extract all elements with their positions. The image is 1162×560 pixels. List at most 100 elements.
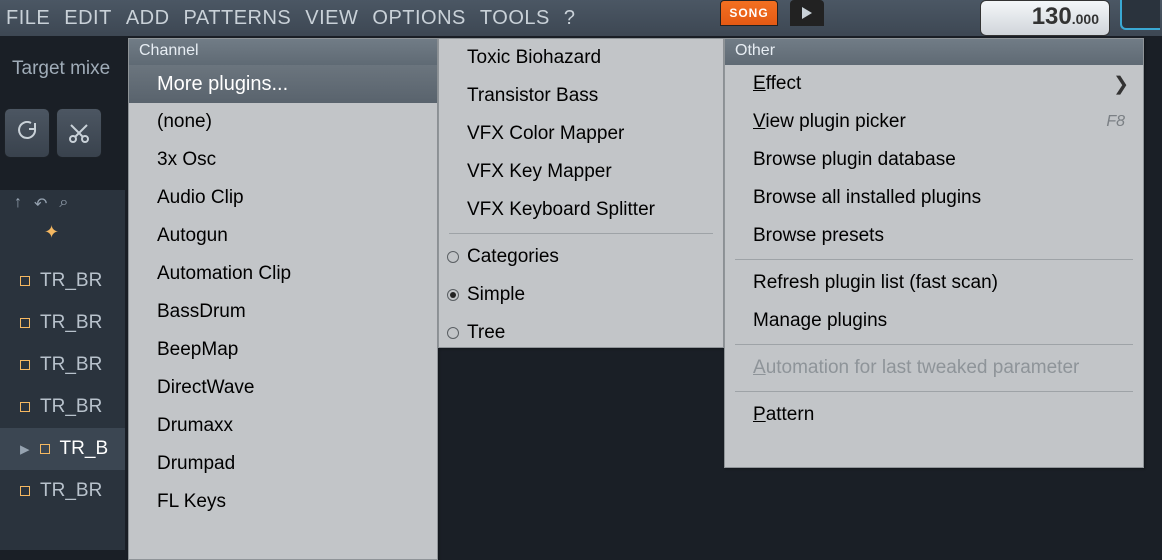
channel-item[interactable]: (none) — [129, 103, 437, 141]
channel-item-label: DirectWave — [157, 377, 254, 399]
menu-file[interactable]: FILE — [6, 7, 50, 30]
channel-item-label: (none) — [157, 111, 212, 133]
channel-menu-header: Channel — [129, 39, 437, 65]
plugin-item-label: VFX Key Mapper — [467, 161, 612, 183]
playlist-row[interactable]: TR_BR — [0, 344, 125, 386]
channel-item-label: Autogun — [157, 225, 228, 247]
plugin-item[interactable]: VFX Color Mapper — [439, 115, 723, 153]
channel-item[interactable]: 3x Osc — [129, 141, 437, 179]
other-item[interactable]: Effect❯ — [725, 65, 1143, 103]
panel-corner — [1120, 0, 1160, 30]
other-item[interactable]: View plugin picker F8 — [725, 103, 1143, 141]
playlist-row[interactable]: ▸ TR_B — [0, 428, 125, 470]
playlist-row[interactable]: TR_BR — [0, 386, 125, 428]
other-item[interactable]: Manage plugins — [725, 302, 1143, 340]
view-mode-categories[interactable]: Categories — [439, 238, 723, 276]
other-item[interactable]: Browse presets — [725, 217, 1143, 255]
channel-item[interactable]: Drumaxx — [129, 407, 437, 445]
radio-icon — [447, 289, 459, 301]
other-item-label: Browse plugin database — [753, 149, 956, 171]
other-menu-header: Other — [725, 39, 1143, 65]
menu-add[interactable]: ADD — [126, 7, 170, 30]
other-item-label: View plugin picker — [753, 111, 906, 133]
channel-item-label: BassDrum — [157, 301, 246, 323]
clip-icon — [20, 276, 30, 286]
playlist-row[interactable]: TR_BR — [0, 470, 125, 512]
menu-tools[interactable]: TOOLS — [480, 7, 550, 30]
clip-icon — [20, 402, 30, 412]
menu-separator — [449, 233, 713, 234]
menu-view[interactable]: VIEW — [305, 7, 358, 30]
channel-item-label: Drumpad — [157, 453, 235, 475]
channel-item[interactable]: DirectWave — [129, 369, 437, 407]
other-item-label: Browse presets — [753, 225, 884, 247]
clip-icon — [40, 444, 50, 454]
caret-icon: ▸ — [20, 438, 30, 461]
channel-item-label: Drumaxx — [157, 415, 233, 437]
view-mode-label: Tree — [467, 322, 505, 344]
clip-label: TR_BR — [40, 270, 102, 292]
browser-strip: ↑ ↶ ⌕ ✦ TR_BR TR_BR TR_BR TR_BR ▸ TR_B TR_BR — [0, 190, 125, 550]
clip-icon — [20, 360, 30, 370]
clip-icon — [20, 486, 30, 496]
shortcut-label: F8 — [1106, 113, 1125, 131]
menu-edit[interactable]: EDIT — [64, 7, 112, 30]
clip-label: TR_BR — [40, 312, 102, 334]
zoom-icon[interactable]: ⌕ — [59, 194, 68, 214]
song-mode-button[interactable]: SONG — [720, 0, 778, 26]
menu-separator — [735, 391, 1133, 392]
tempo-display[interactable]: 130.000 — [980, 0, 1110, 36]
channel-item[interactable]: Audio Clip — [129, 179, 437, 217]
target-mixer-label: Target mixe — [4, 58, 118, 84]
view-mode-tree[interactable]: Tree — [439, 314, 723, 352]
plugin-item[interactable]: Transistor Bass — [439, 77, 723, 115]
play-button[interactable] — [790, 0, 824, 26]
more-plugins-item[interactable]: More plugins... — [129, 65, 437, 103]
other-menu[interactable]: Other Effect❯ View plugin picker F8 Browse … — [724, 38, 1144, 468]
undo-icon[interactable]: ↶ — [34, 194, 47, 214]
other-item[interactable]: Browse plugin database — [725, 141, 1143, 179]
view-mode-simple[interactable]: Simple — [439, 276, 723, 314]
other-item-label: Pattern — [753, 404, 814, 426]
playlist-row[interactable]: TR_BR — [0, 302, 125, 344]
playlist-row[interactable]: TR_BR — [0, 260, 125, 302]
arrow-up-icon[interactable]: ↑ — [14, 194, 22, 214]
clip-label: TR_B — [60, 438, 109, 460]
menu-help[interactable]: ? — [564, 7, 576, 30]
channel-item[interactable]: Drumpad — [129, 445, 437, 483]
other-item[interactable]: Refresh plugin list (fast scan) — [725, 264, 1143, 302]
radio-icon — [447, 327, 459, 339]
channel-item[interactable]: BassDrum — [129, 293, 437, 331]
playlist-clip-list: TR_BR TR_BR TR_BR TR_BR ▸ TR_B TR_BR — [0, 260, 125, 512]
plugin-item[interactable]: VFX Key Mapper — [439, 153, 723, 191]
other-item: Automation for last tweaked parameter — [725, 349, 1143, 387]
other-item-label: Automation for last tweaked parameter — [753, 357, 1079, 379]
menu-patterns[interactable]: PATTERNS — [184, 7, 292, 30]
plugin-item-label: VFX Keyboard Splitter — [467, 199, 655, 221]
channel-item-label: Automation Clip — [157, 263, 291, 285]
menu-options[interactable]: OPTIONS — [372, 7, 466, 30]
sparkle-icon: ✦ — [44, 222, 59, 243]
view-mode-label: Simple — [467, 284, 525, 306]
channel-item-label: FL Keys — [157, 491, 226, 513]
channel-menu[interactable]: Channel More plugins... (none) 3x Osc Audi… — [128, 38, 438, 560]
other-item[interactable]: Pattern — [725, 396, 1143, 434]
undo-button[interactable] — [4, 108, 50, 158]
plugin-list-menu[interactable]: Toxic Biohazard Transistor Bass VFX Color … — [438, 38, 724, 348]
chevron-right-icon: ❯ — [1113, 73, 1129, 96]
clip-label: TR_BR — [40, 396, 102, 418]
plugin-item-label: VFX Color Mapper — [467, 123, 624, 145]
plugin-item[interactable]: Toxic Biohazard — [439, 39, 723, 77]
channel-item-label: Audio Clip — [157, 187, 244, 209]
channel-item[interactable]: BeepMap — [129, 331, 437, 369]
channel-item[interactable]: Automation Clip — [129, 255, 437, 293]
plugin-item[interactable]: VFX Keyboard Splitter — [439, 191, 723, 229]
other-item[interactable]: Browse all installed plugins — [725, 179, 1143, 217]
clip-label: TR_BR — [40, 354, 102, 376]
plugin-item-label: Transistor Bass — [467, 85, 598, 107]
channel-item[interactable]: FL Keys — [129, 483, 437, 521]
channel-item-label: 3x Osc — [157, 149, 216, 171]
clip-icon — [20, 318, 30, 328]
cut-button[interactable] — [56, 108, 102, 158]
channel-item[interactable]: Autogun — [129, 217, 437, 255]
